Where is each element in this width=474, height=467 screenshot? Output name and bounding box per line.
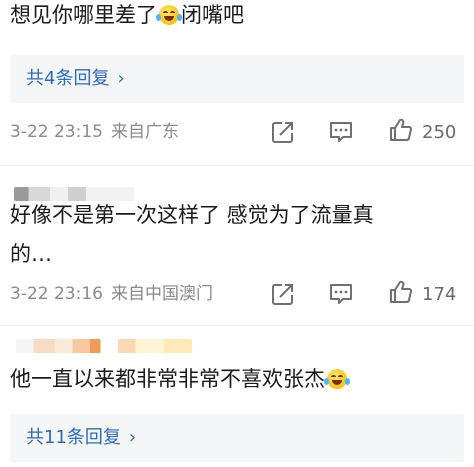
blurred-username (14, 187, 134, 201)
comment-text-continued: 的… (10, 242, 52, 266)
comment-icon[interactable] (328, 281, 354, 307)
comment-text: 他一直以来都非常非常不喜欢张杰 (10, 366, 350, 393)
divider (0, 325, 474, 326)
like-count: 250 (422, 122, 457, 143)
share-icon[interactable] (270, 119, 296, 145)
blurred-username (16, 339, 192, 353)
crying-laughing-emoji-icon (324, 369, 350, 389)
like-count: 174 (422, 284, 457, 305)
comment-date: 3-22 23:16 (10, 284, 103, 304)
comment-text: 好像不是第一次这样了 感觉为了流量真 (10, 203, 374, 227)
comment-location: 来自广东 (110, 122, 179, 142)
thumbs-up-icon[interactable] (388, 279, 414, 305)
reply-box[interactable]: 共4条回复 › (10, 55, 464, 103)
chevron-right-icon: › (128, 427, 137, 448)
chevron-right-icon: › (117, 68, 125, 89)
comment-icon[interactable] (328, 119, 354, 145)
view-replies-link[interactable]: 共4条回复 › (26, 66, 125, 92)
thumbs-up-icon[interactable] (388, 117, 414, 143)
comment-meta: 3-22 23:15 来自广东 (10, 121, 179, 143)
reply-box[interactable]: 共11条回复 › (10, 414, 464, 462)
view-replies-link[interactable]: 共11条回复 › (26, 425, 136, 451)
divider (0, 165, 474, 166)
share-icon[interactable] (270, 281, 296, 307)
comment-location: 来自中国澳门 (110, 284, 213, 304)
comment-meta: 3-22 23:16 来自中国澳门 (10, 283, 213, 305)
comment-date: 3-22 23:15 (10, 122, 103, 142)
comment-text: 想见你哪里差了 闭嘴吧 (10, 3, 244, 27)
laugh-crying-emoji-icon (156, 5, 182, 25)
